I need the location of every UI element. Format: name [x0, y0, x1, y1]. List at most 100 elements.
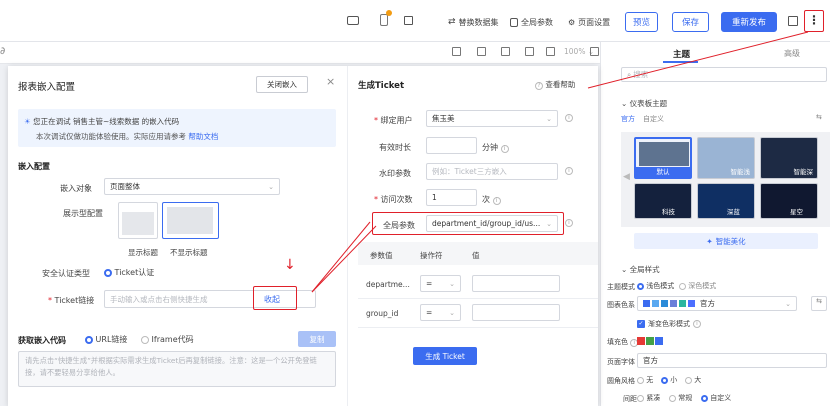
close-embed-button[interactable]: 关闭嵌入: [256, 76, 308, 93]
preview-button[interactable]: 预览: [625, 12, 658, 32]
fill-swatch-blue[interactable]: [655, 337, 663, 345]
param-name: departme...: [366, 280, 410, 289]
radio-corner-none[interactable]: [637, 376, 644, 384]
fit-screen-icon[interactable]: [590, 47, 599, 56]
translate-icon[interactable]: [452, 47, 461, 56]
themes-prev-button[interactable]: ◀: [623, 172, 630, 182]
url-link-option[interactable]: URL链接: [85, 334, 127, 345]
auth-type-label: 安全认证类型: [42, 269, 90, 278]
theme-smart-dark[interactable]: 智能深: [760, 137, 818, 179]
smart-beautify-button[interactable]: ✦ 智能美化: [634, 233, 818, 249]
home-icon[interactable]: [501, 47, 510, 56]
visits-label: * 访问次数: [374, 195, 413, 204]
spacing-custom-option[interactable]: 自定义: [701, 393, 731, 403]
theme-mode-light-option[interactable]: 浅色模式: [637, 281, 674, 291]
copy-button[interactable]: 复制: [298, 331, 336, 347]
colors-switch-button[interactable]: ⇆: [811, 296, 827, 311]
display-type-label: 展示型配置: [63, 209, 103, 218]
copy-icon[interactable]: [546, 47, 555, 56]
help-doc-link[interactable]: 帮助文档: [188, 132, 218, 141]
embed-config-modal: 报表嵌入配置 关闭嵌入 × ☀ 您正在调试 销售主管~线索数据 的嵌入代码 本次…: [8, 66, 598, 406]
link-icon: ∂: [0, 46, 6, 57]
spacing-label: 间距: [623, 395, 637, 403]
show-title-option[interactable]: [118, 202, 158, 239]
show-title-label: 显示标题: [128, 248, 158, 257]
theme-mode-dark-option[interactable]: 深色模式: [679, 281, 716, 291]
chart-colors-select[interactable]: 官方 ⌄: [637, 296, 797, 311]
close-icon[interactable]: ×: [326, 75, 335, 88]
global-style-heading: ⌄ 全局样式: [621, 265, 660, 274]
save-button[interactable]: 保存: [672, 12, 709, 32]
col-value: 值: [472, 251, 480, 260]
get-code-heading: 获取嵌入代码: [18, 336, 66, 345]
watermark-input[interactable]: 例如：Ticket三方嵌入: [426, 163, 558, 180]
radio-dark[interactable]: [679, 282, 686, 290]
theme-starry[interactable]: 星空: [760, 183, 818, 219]
page-settings-button[interactable]: ⚙ 页面设置: [568, 14, 610, 30]
mobile-view-icon[interactable]: [380, 14, 388, 26]
param-value-input[interactable]: [472, 304, 560, 321]
tab-official[interactable]: 官方: [621, 114, 635, 124]
spacing-compact-option[interactable]: 紧凑: [637, 393, 660, 403]
corner-none-option[interactable]: 无: [637, 375, 653, 385]
col-param-value: 参数值: [370, 251, 393, 260]
corner-small-option[interactable]: 小: [661, 375, 677, 385]
embed-object-label: 嵌入对象: [60, 184, 92, 193]
notification-dot: [386, 10, 392, 16]
generate-ticket-button[interactable]: 生成 Ticket: [413, 347, 477, 365]
param-value-input[interactable]: [472, 275, 560, 292]
corner-large-option[interactable]: 大: [685, 375, 701, 385]
chevron-down-icon: ⌄: [449, 308, 455, 317]
valid-time-input[interactable]: [426, 137, 477, 154]
radio-spacing-compact[interactable]: [637, 394, 644, 402]
image-icon[interactable]: [525, 47, 534, 56]
tab-theme[interactable]: 主题: [673, 48, 690, 60]
share-icon[interactable]: [788, 16, 798, 26]
ticket-help-link[interactable]: ? 查看帮助: [535, 79, 575, 90]
iframe-code-option[interactable]: Iframe代码: [141, 334, 194, 345]
radio-ticket[interactable]: [104, 268, 112, 277]
tab-more[interactable]: ⇆: [816, 113, 822, 121]
tab-advanced[interactable]: 高级: [784, 48, 800, 59]
theme-default-label: 默认: [636, 167, 690, 177]
canvas-toolbar: ∂ 100% ⌄: [0, 42, 600, 64]
theme-deep-blue[interactable]: 深蓝: [697, 183, 755, 219]
visits-input[interactable]: 1: [426, 189, 477, 206]
tab-custom[interactable]: 自定义: [643, 114, 664, 124]
radio-corner-large[interactable]: [685, 376, 692, 384]
radio-corner-small[interactable]: [661, 376, 668, 384]
highlight-more-menu: [804, 10, 824, 32]
theme-tech[interactable]: 科技: [634, 183, 692, 219]
radio-iframe[interactable]: [141, 335, 149, 344]
radio-url[interactable]: [85, 335, 93, 344]
operator-select[interactable]: = ⌄: [420, 275, 461, 292]
global-params-button[interactable]: 全局参数: [510, 14, 553, 30]
operator-select[interactable]: = ⌄: [420, 304, 461, 321]
gradient-option[interactable]: ✓ 渐变色彩模式 i: [637, 319, 701, 329]
search-input[interactable]: ⌕ 搜索: [621, 67, 827, 82]
republish-button[interactable]: 重新发布: [721, 12, 777, 32]
radio-light[interactable]: [637, 282, 644, 290]
radio-spacing-custom[interactable]: [701, 394, 708, 402]
bind-user-select[interactable]: 焦玉美 ⌄: [426, 110, 558, 127]
radio-spacing-normal[interactable]: [669, 394, 676, 402]
embed-object-select[interactable]: 页面整体 ⌄: [104, 178, 280, 195]
layout-icon[interactable]: [477, 47, 486, 56]
fill-swatch-green[interactable]: [646, 337, 654, 345]
theme-smart-light-label: 智能浅: [730, 168, 751, 176]
page-font-select[interactable]: 官方: [637, 353, 827, 368]
lock-icon[interactable]: [404, 16, 413, 25]
theme-default-preview: [639, 142, 689, 166]
corner-style-label: 圆角风格: [607, 377, 635, 385]
theme-smart-light[interactable]: 智能浅: [697, 137, 755, 179]
hide-title-option[interactable]: [162, 202, 219, 239]
replace-datasource-button[interactable]: ⇄ 替换数据集: [448, 14, 499, 30]
sparkle-icon: ✦: [706, 236, 713, 246]
fill-swatch-red[interactable]: [637, 337, 645, 345]
checkbox-checked[interactable]: ✓: [637, 320, 645, 328]
code-textarea[interactable]: 请先点击“快捷生成”并根据实际需求生成Ticket后再复制链接。注意：这是一个公…: [18, 351, 336, 387]
ticket-auth-option[interactable]: Ticket认证: [104, 267, 154, 278]
desktop-view-icon[interactable]: [347, 16, 359, 25]
theme-default[interactable]: 默认: [634, 137, 692, 179]
spacing-normal-option[interactable]: 常规: [669, 393, 692, 403]
